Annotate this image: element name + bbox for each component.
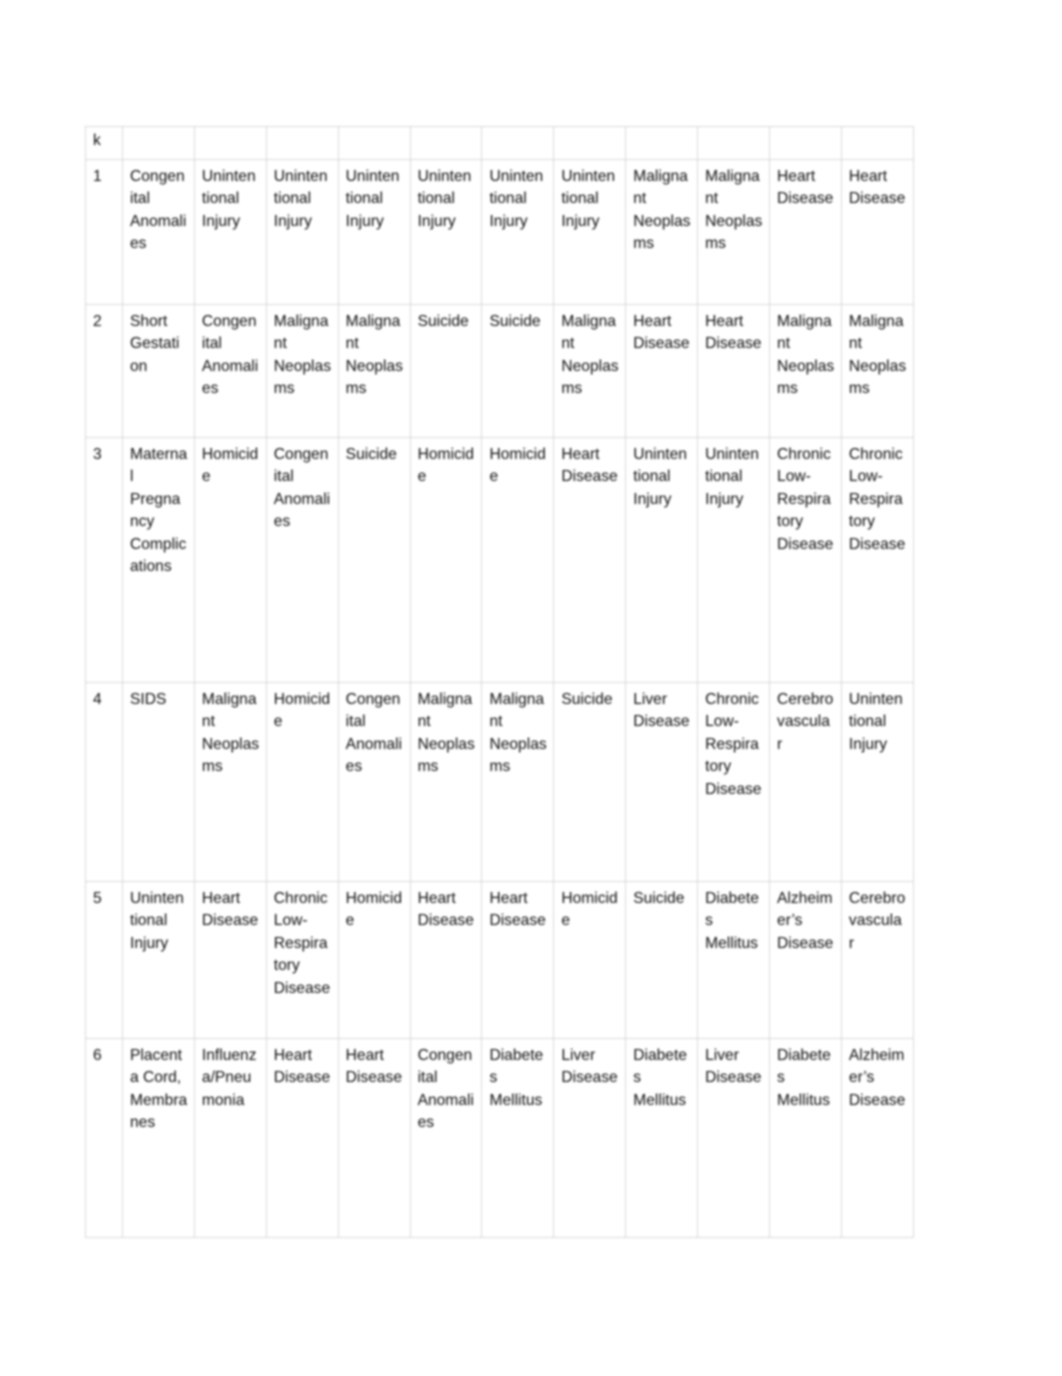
table-cell: Placenta Cord, Membranes — [122, 1038, 195, 1238]
row-rank-label: 1 — [85, 159, 123, 305]
row-rank-label: 3 — [85, 437, 123, 683]
table-cell: Heart Disease — [769, 159, 842, 305]
table-cell: Unintentional Injury — [553, 159, 627, 305]
table-cell: Homicide — [481, 437, 555, 683]
table-cell: Congenital Anomalies — [337, 682, 411, 882]
table-cell: Suicide — [409, 304, 483, 438]
table-row: 2 Short Gestation Congenital Anomalies M… — [85, 304, 914, 438]
table-cell: Malignant Neoplasms — [337, 304, 411, 438]
table-cell: Influenza/Pneumonia — [193, 1038, 267, 1238]
header-cell-6 — [481, 126, 555, 160]
table-cell: Homicide — [337, 881, 411, 1039]
table-cell: Suicide — [625, 881, 699, 1039]
table-cell: Heart Disease — [553, 437, 627, 683]
table-row: 5 Unintentional Injury Heart Disease Chr… — [85, 881, 914, 1039]
leading-causes-of-death-table: k 1 Congenital Anomalies Unintentional I… — [85, 126, 914, 1238]
table-row: 1 Congenital Anomalies Unintentional Inj… — [85, 159, 914, 305]
table-cell: Malignant Neoplasms — [265, 304, 339, 438]
table-cell: Heart Disease — [337, 1038, 411, 1238]
table-cell: Congenital Anomalies — [193, 304, 267, 438]
header-cell-1 — [122, 126, 195, 160]
table-cell: Malignant Neoplasms — [769, 304, 842, 438]
table-cell: Malignant Neoplasms — [625, 159, 699, 305]
header-cell-stray-k: k — [85, 126, 123, 160]
table-cell: Liver Disease — [553, 1038, 627, 1238]
table-cell: Homicide — [193, 437, 267, 683]
table-cell: Diabetes Mellitus — [697, 881, 771, 1039]
table-cell: Unintentional Injury — [265, 159, 339, 305]
table-cell: Homicide — [553, 881, 627, 1039]
table-cell: Cerebrovascular — [769, 682, 842, 882]
table-cell: Unintentional Injury — [337, 159, 411, 305]
header-cell-10 — [769, 126, 842, 160]
row-rank-label: 2 — [85, 304, 123, 438]
table-cell: Congenital Anomalies — [122, 159, 195, 305]
table-body: k 1 Congenital Anomalies Unintentional I… — [85, 126, 914, 1238]
table-cell: Unintentional Injury — [840, 682, 914, 882]
header-cell-3 — [265, 126, 339, 160]
table-cell: Maternal Pregnancy Complications — [122, 437, 195, 683]
table-cell: Suicide — [481, 304, 555, 438]
table-cell: Homicide — [409, 437, 483, 683]
table-cell: Malignant Neoplasms — [193, 682, 267, 882]
table-cell: Diabetes Mellitus — [481, 1038, 555, 1238]
table-cell: Unintentional Injury — [409, 159, 483, 305]
header-cell-2 — [193, 126, 267, 160]
row-rank-label: 5 — [85, 881, 123, 1039]
header-cell-8 — [625, 126, 699, 160]
table-cell: Liver Disease — [625, 682, 699, 882]
table-cell: Heart Disease — [409, 881, 483, 1039]
header-cell-11 — [840, 126, 914, 160]
table-cell: Unintentional Injury — [122, 881, 195, 1039]
table-cell: Heart Disease — [840, 159, 914, 305]
table-cell: Suicide — [553, 682, 627, 882]
table-cell: Alzheimer’s Disease — [840, 1038, 914, 1238]
table-cell: Chronic Low-Respiratory Disease — [840, 437, 914, 683]
table-cell: SIDS — [122, 682, 195, 882]
table-cell: Diabetes Mellitus — [625, 1038, 699, 1238]
table-cell: Short Gestation — [122, 304, 195, 438]
table-cell: Malignant Neoplasms — [553, 304, 627, 438]
table-cell: Unintentional Injury — [481, 159, 555, 305]
table-cell: Malignant Neoplasms — [409, 682, 483, 882]
row-rank-label: 4 — [85, 682, 123, 882]
table-cell: Chronic Low-Respiratory Disease — [697, 682, 771, 882]
table-cell: Unintentional Injury — [697, 437, 771, 683]
table-cell: Liver Disease — [697, 1038, 771, 1238]
table-cell: Congenital Anomalies — [409, 1038, 483, 1238]
table-cell: Heart Disease — [481, 881, 555, 1039]
table-cell: Malignant Neoplasms — [481, 682, 555, 882]
table-cell: Suicide — [337, 437, 411, 683]
table-cell: Heart Disease — [193, 881, 267, 1039]
row-rank-label: 6 — [85, 1038, 123, 1238]
leading-causes-table-container: k 1 Congenital Anomalies Unintentional I… — [85, 126, 914, 1238]
table-cell: Heart Disease — [265, 1038, 339, 1238]
table-row: 4 SIDS Malignant Neoplasms Homicide Cong… — [85, 682, 914, 882]
table-cell: Cerebrovascular — [840, 881, 914, 1039]
table-cell: Heart Disease — [625, 304, 699, 438]
table-cell: Diabetes Mellitus — [769, 1038, 842, 1238]
table-cell: Chronic Low-Respiratory Disease — [265, 881, 339, 1039]
table-row: 3 Maternal Pregnancy Complications Homic… — [85, 437, 914, 683]
table-cell: Unintentional Injury — [625, 437, 699, 683]
table-cell: Alzheimer’s Disease — [769, 881, 842, 1039]
header-cell-7 — [553, 126, 627, 160]
table-cell: Chronic Low-Respiratory Disease — [769, 437, 842, 683]
table-cell: Malignant Neoplasms — [697, 159, 771, 305]
table-row: 6 Placenta Cord, Membranes Influenza/Pne… — [85, 1038, 914, 1238]
header-cell-5 — [409, 126, 483, 160]
table-cell: Heart Disease — [697, 304, 771, 438]
table-header-row: k — [85, 126, 914, 160]
header-cell-9 — [697, 126, 771, 160]
table-cell: Homicide — [265, 682, 339, 882]
document-page: k 1 Congenital Anomalies Unintentional I… — [0, 0, 1062, 1376]
header-cell-4 — [337, 126, 411, 160]
table-cell: Malignant Neoplasms — [840, 304, 914, 438]
table-cell: Congenital Anomalies — [265, 437, 339, 683]
table-cell: Unintentional Injury — [193, 159, 267, 305]
